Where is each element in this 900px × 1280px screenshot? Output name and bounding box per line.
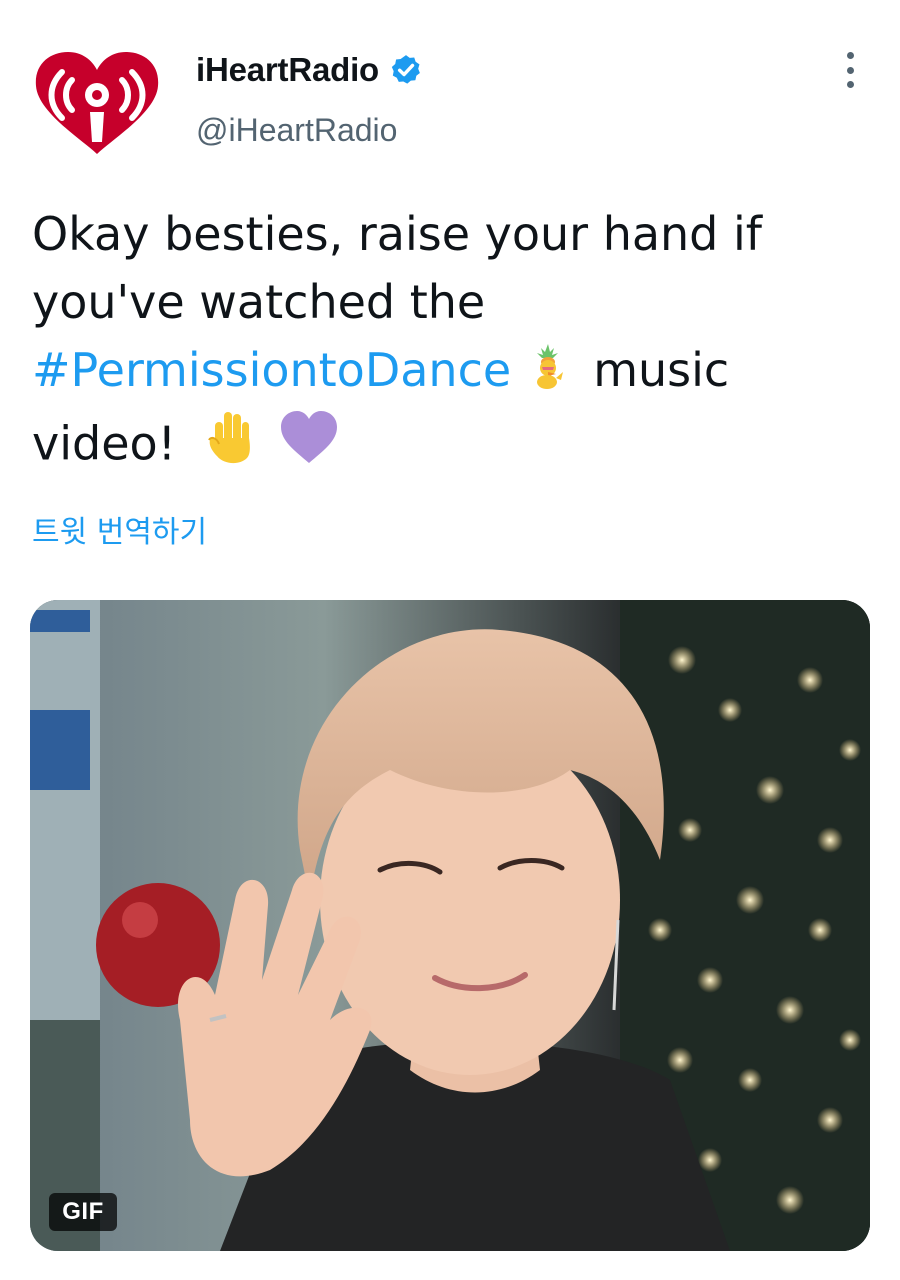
translate-tweet-link[interactable]: 트윗 번역하기 [32, 507, 207, 551]
tweet-media-gif[interactable]: GIF [30, 600, 870, 1251]
author-handle[interactable]: @iHeartRadio [196, 112, 397, 149]
tweet-text-line-2: you've watched the [32, 275, 486, 329]
more-dot [846, 81, 854, 88]
waving-person-gif [30, 600, 870, 1251]
gif-badge: GIF [49, 1193, 117, 1231]
more-dot [846, 52, 854, 59]
more-options-icon[interactable] [836, 52, 864, 88]
purple-heart-emoji [279, 410, 339, 483]
tweet-text-line-1: Okay besties, raise your hand if [32, 207, 762, 261]
tweet-header: iHeartRadio @iHeartRadio [0, 0, 900, 170]
raised-hand-emoji [205, 408, 259, 486]
more-dot [846, 66, 854, 74]
iheartradio-logo-avatar[interactable] [30, 50, 165, 155]
author-display-name[interactable]: iHeartRadio [196, 51, 379, 89]
tweet-text-after-hashtag: music [593, 343, 730, 397]
author-name-row[interactable]: iHeartRadio [196, 48, 423, 92]
hashtag-link[interactable]: #PermissiontoDance [32, 343, 511, 397]
tweet-text-line-4: video! [32, 416, 177, 470]
dancing-duck-emoji [529, 340, 567, 408]
verified-badge-icon [391, 55, 420, 84]
tweet-text: Okay besties, raise your hand if you've … [32, 200, 832, 486]
